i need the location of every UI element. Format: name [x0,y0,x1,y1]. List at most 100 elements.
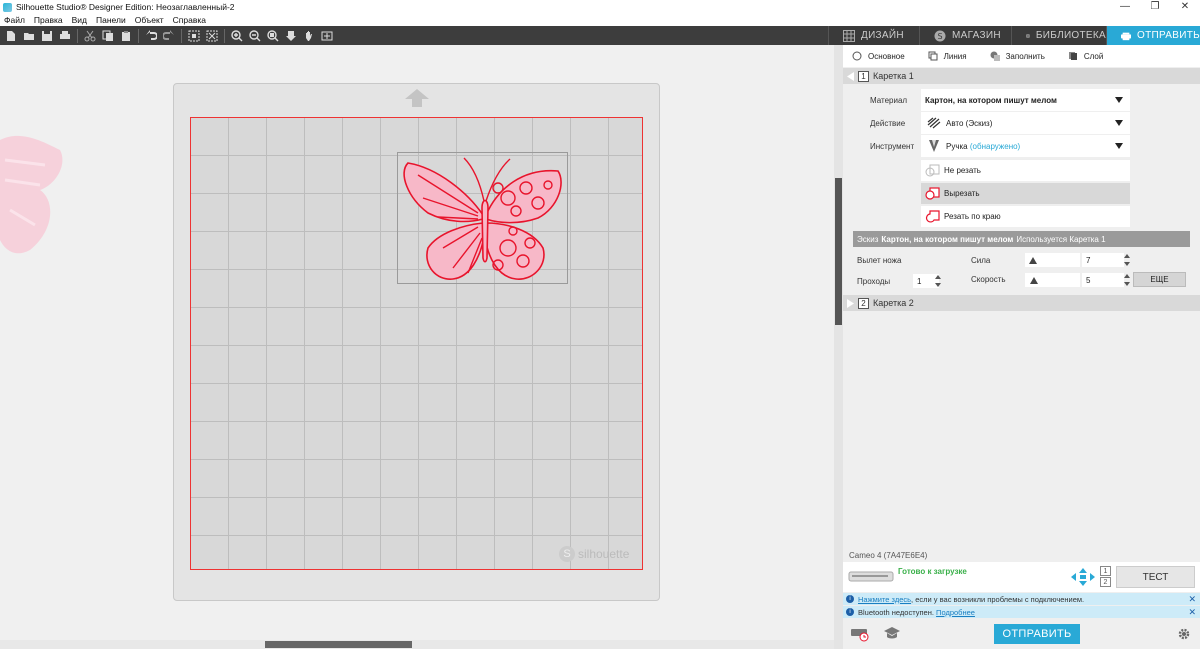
fit-page-icon[interactable] [318,28,336,44]
mode-tab-line[interactable]: Линия [928,51,967,61]
line-mode-icon [928,51,938,61]
speed-slider[interactable] [1025,273,1080,287]
butterfly-shape[interactable] [398,153,569,285]
radio-icon [852,51,862,61]
restore-button[interactable]: ❐ [1140,0,1170,14]
dropdown-arrow-icon [1115,143,1123,149]
minimize-button[interactable]: — [1110,0,1140,14]
tab-store[interactable]: S МАГАЗИН [919,26,1011,45]
move-arrows-icon[interactable] [1071,568,1095,586]
sketch-info-bar: Эскиз Картон, на котором пишут мелом Исп… [853,231,1190,247]
cut-option-cut-edge[interactable]: Резать по краю [921,205,1130,227]
cut-icon[interactable] [81,28,99,44]
tool-dropdown[interactable]: Ручка (обнаружено) [921,135,1130,157]
machine-settings-icon[interactable] [850,626,870,642]
menu-panels[interactable]: Панели [96,15,126,25]
deselect-icon[interactable] [203,28,221,44]
title-bar: Silhouette Studio® Designer Edition: Нео… [0,0,1200,14]
fill-mode-icon [990,51,1000,61]
pen-tool-icon [929,140,939,152]
dropdown-arrow-icon [1115,120,1123,126]
window-title: Silhouette Studio® Designer Edition: Нео… [16,2,235,12]
speed-label: Скорость [971,275,1006,284]
speed-field[interactable]: 5 [1082,273,1124,287]
cut-option-cut[interactable]: Вырезать [921,182,1130,204]
menu-help[interactable]: Справка [173,15,206,25]
connection-help-link[interactable]: Нажмите здесь [858,595,911,604]
menu-object[interactable]: Объект [135,15,164,25]
design-canvas[interactable]: Ssilhouette [0,45,834,641]
print-icon[interactable] [56,28,74,44]
select-all-icon[interactable] [185,28,203,44]
zoom-in-icon[interactable] [228,28,246,44]
speed-stepper[interactable] [1123,272,1131,288]
carriage-2-header[interactable]: 2 Каретка 2 [843,295,1200,311]
horizontal-scrollbar[interactable] [0,640,834,649]
close-notice-icon[interactable]: ✕ [1188,594,1196,605]
redo-icon[interactable] [160,28,178,44]
info-icon: i [846,608,854,616]
vertical-scrollbar[interactable] [834,45,843,649]
no-cut-icon [925,164,940,177]
device-status-bar: Готово к загрузке 1 2 ТЕСТ [843,562,1200,592]
mode-tab-basic[interactable]: Основное [852,51,905,61]
close-notice-icon[interactable]: ✕ [1188,607,1196,618]
pan-hand-icon[interactable] [300,28,318,44]
force-stepper[interactable] [1123,252,1131,268]
new-file-icon[interactable] [2,28,20,44]
zoom-out-icon[interactable] [246,28,264,44]
material-label: Материал [870,96,908,105]
tutorial-cap-icon[interactable] [883,626,901,640]
tab-library[interactable]: БИБЛИОТЕКА [1011,26,1106,45]
expand-triangle-icon [847,298,854,308]
collapse-triangle-icon [847,71,854,81]
horizontal-scrollbar-thumb[interactable] [265,641,412,648]
grid-icon [843,29,855,42]
send-mode-tabs: Основное Линия Заполнить Слой [843,45,1200,67]
carriage-1-header[interactable]: 1 Каретка 1 [843,68,1200,84]
vertical-scrollbar-thumb[interactable] [835,178,842,325]
slot-2[interactable]: 2 [1100,577,1111,587]
slot-1[interactable]: 1 [1100,566,1111,576]
tab-send[interactable]: ОТПРАВИТЬ [1106,26,1200,45]
store-icon: S [934,30,946,41]
material-dropdown[interactable]: Картон, на котором пишут мелом [921,89,1130,111]
send-icon [1121,32,1132,40]
send-button[interactable]: ОТПРАВИТЬ [994,624,1080,644]
mode-tab-layer[interactable]: Слой [1068,51,1103,61]
open-folder-icon[interactable] [20,28,38,44]
offmat-butterfly-shape[interactable] [0,130,70,260]
test-button[interactable]: ТЕСТ [1116,566,1195,588]
mode-tab-fill[interactable]: Заполнить [990,51,1045,61]
menu-view[interactable]: Вид [72,15,87,25]
move-down-icon[interactable] [282,28,300,44]
menu-file[interactable]: Файл [4,15,25,25]
menu-edit[interactable]: Правка [34,15,63,25]
passes-stepper[interactable] [934,273,942,289]
cut-area-grid [190,117,643,570]
force-field[interactable]: 7 [1082,253,1124,267]
force-label: Сила [971,256,991,265]
bluetooth-notice: i Bluetooth недоступен. Подробнее ✕ [843,606,1200,618]
feed-direction-arrow-icon [405,89,429,107]
zoom-fit-icon[interactable] [264,28,282,44]
undo-icon[interactable] [142,28,160,44]
cut-option-no-cut[interactable]: Не резать [921,159,1130,181]
tab-design[interactable]: ДИЗАЙН [828,26,919,45]
gear-icon[interactable] [1177,627,1191,641]
info-icon: i [846,595,854,603]
more-settings-button[interactable]: ЕЩЕ [1133,272,1186,287]
butterfly-selection-box[interactable] [397,152,568,284]
main-tabs: ДИЗАЙН S МАГАЗИН БИБЛИОТЕКА ОТПРАВИТЬ [828,26,1200,45]
bluetooth-details-link[interactable]: Подробнее [936,608,975,617]
save-icon[interactable] [38,28,56,44]
sketch-action-icon [927,117,941,129]
slider-handle-icon [1029,257,1037,264]
send-panel: Основное Линия Заполнить Слой 1 Каретка … [843,45,1200,649]
force-slider[interactable] [1025,253,1080,267]
cutting-mat: Ssilhouette [173,83,660,601]
action-dropdown[interactable]: Авто (Эскиз) [921,112,1130,134]
close-button[interactable]: ✕ [1170,0,1200,14]
paste-icon[interactable] [117,28,135,44]
copy-icon[interactable] [99,28,117,44]
